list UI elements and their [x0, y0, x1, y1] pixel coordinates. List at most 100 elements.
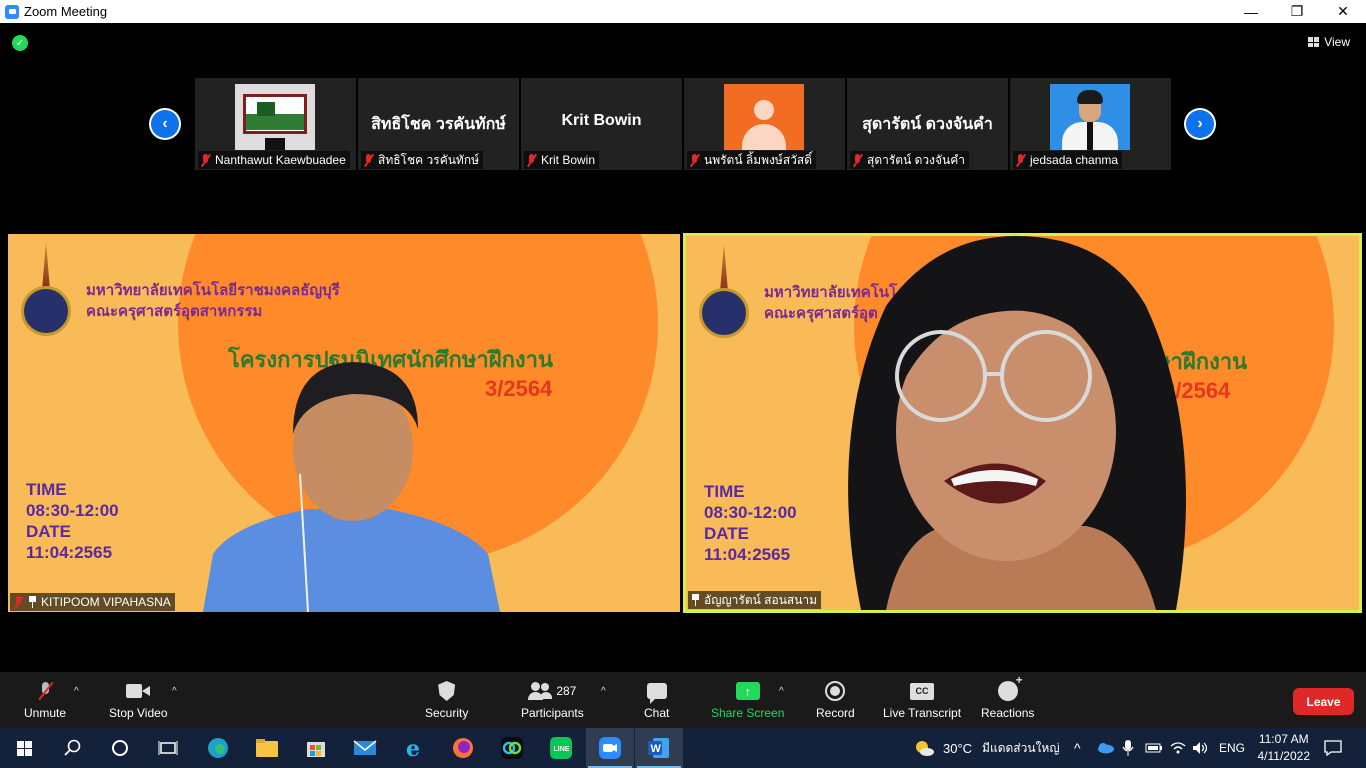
participants-options-caret[interactable]: ^ — [601, 686, 606, 697]
close-button[interactable]: ✕ — [1320, 0, 1366, 23]
pin-icon — [28, 596, 37, 608]
participant-thumbnail[interactable]: jedsada chanma — [1010, 78, 1171, 170]
search-button[interactable] — [48, 728, 96, 768]
live-transcript-button[interactable]: CC Live Transcript — [883, 678, 961, 720]
participant-thumbnail-strip: Nanthawut Kaewbuadee สิทธิโชค วรคันทักษ์… — [195, 78, 1171, 170]
participant-name: jedsada chanma — [1030, 153, 1119, 167]
share-screen-arrow-icon: ↑ — [735, 682, 760, 700]
input-language-indicator[interactable]: ENG — [1219, 728, 1245, 768]
record-icon — [825, 681, 846, 701]
video-tile-left[interactable]: มหาวิทยาลัยเทคโนโลยีราชมงคลธัญบุรี คณะคร… — [8, 234, 680, 612]
battery-icon[interactable] — [1145, 728, 1163, 768]
security-button[interactable]: Security — [425, 678, 468, 720]
microsoft-store-icon — [307, 742, 325, 757]
title-bar: Zoom Meeting — ❐ ✕ — [0, 0, 1366, 23]
video-participant-name: อัญญารัตน์ สอนสนาม — [704, 592, 818, 607]
video-name-label: อัญญารัตน์ สอนสนาม — [688, 591, 822, 609]
wifi-icon[interactable] — [1170, 728, 1186, 768]
unmute-button[interactable]: Unmute — [24, 678, 66, 720]
participant-name-label: jedsada chanma — [1013, 151, 1123, 169]
zoom-taskbar-button[interactable] — [586, 728, 634, 768]
edge-taskbar-button[interactable] — [194, 728, 242, 768]
previous-page-button[interactable]: ‹ — [149, 108, 181, 140]
svg-text:W: W — [651, 743, 662, 755]
video-participant-name: KITIPOOM VIPAHASNA — [41, 595, 171, 609]
closed-caption-icon: CC — [910, 682, 935, 700]
chevron-right-icon: › — [1186, 110, 1214, 138]
pin-icon — [691, 594, 700, 606]
show-hidden-icons-button[interactable]: ^ — [1074, 728, 1081, 768]
muted-mic-icon — [200, 153, 211, 167]
share-options-caret[interactable]: ^ — [779, 686, 784, 697]
muted-mic-icon — [13, 595, 24, 609]
participant-name: นพรัตน์ ลิ้มพงษ์สวัสดิ์ — [704, 152, 813, 167]
record-button[interactable]: Record — [816, 678, 855, 720]
reactions-label: Reactions — [981, 706, 1035, 720]
participant-thumbnail[interactable]: Krit Bowin Krit Bowin — [521, 78, 682, 170]
muted-microphone-icon — [39, 682, 51, 700]
next-page-button[interactable]: › — [1184, 108, 1216, 140]
stop-video-label: Stop Video — [109, 706, 168, 720]
encryption-shield-icon[interactable]: ✓ — [12, 35, 28, 51]
system-clock[interactable]: 11:07 AM 4/11/2022 — [1258, 731, 1311, 765]
line-taskbar-button[interactable]: LINE — [537, 728, 585, 768]
participant-thumbnail[interactable]: สุดารัตน์ ดวงจันคำ สุดารัตน์ ดวงจันคำ — [847, 78, 1008, 170]
window-controls: — ❐ ✕ — [1228, 0, 1366, 23]
onedrive-icon[interactable] — [1096, 728, 1114, 768]
windows-logo-icon — [16, 740, 32, 756]
internet-explorer-taskbar-button[interactable]: e — [390, 728, 438, 768]
notification-icon — [1324, 740, 1342, 756]
start-button[interactable] — [0, 728, 48, 768]
muted-mic-icon — [363, 153, 374, 167]
window-title: Zoom Meeting — [24, 4, 108, 19]
microsoft-word-icon: W — [648, 738, 669, 758]
mail-icon — [353, 740, 377, 755]
volume-icon[interactable] — [1192, 728, 1210, 768]
participant-name: สุดารัตน์ ดวงจันคำ — [867, 152, 966, 167]
participants-icon — [528, 682, 553, 700]
leave-button[interactable]: Leave — [1293, 688, 1354, 715]
stop-video-button[interactable]: Stop Video — [109, 678, 168, 720]
participant-display-name: สิทธิโชค วรคันทักษ์ — [371, 116, 506, 133]
default-avatar-icon — [724, 84, 804, 150]
audio-options-caret[interactable]: ^ — [74, 686, 79, 697]
participant-thumbnail[interactable]: นพรัตน์ ลิ้มพงษ์สวัสดิ์ — [684, 78, 845, 170]
search-icon — [64, 739, 81, 756]
participant-thumbnail[interactable]: สิทธิโชค วรคันทักษ์ สิทธิโชค วรคันทักษ์ — [358, 78, 519, 170]
firefox-taskbar-button[interactable] — [439, 728, 487, 768]
store-taskbar-button[interactable] — [292, 728, 340, 768]
mail-taskbar-button[interactable] — [341, 728, 389, 768]
participant-name: Krit Bowin — [541, 153, 596, 167]
unmute-label: Unmute — [24, 706, 67, 720]
clock-time: 11:07 AM — [1258, 732, 1309, 746]
participants-button[interactable]: 287 Participants — [521, 678, 584, 720]
participant-count: 287 — [556, 684, 577, 698]
participant-name-label: Nanthawut Kaewbuadee — [198, 151, 350, 169]
restore-button[interactable]: ❐ — [1274, 0, 1320, 23]
weather-description: มีแดดส่วนใหญ่ — [982, 740, 1060, 755]
video-tile-active-speaker[interactable]: มหาวิทยาลัยเทคโนโ คณะครุศาสตร์อุต ษาฝึกง… — [683, 233, 1362, 613]
grid-view-icon — [1308, 37, 1320, 47]
video-options-caret[interactable]: ^ — [172, 686, 177, 697]
file-explorer-taskbar-button[interactable] — [243, 728, 291, 768]
chat-button[interactable]: Chat — [644, 678, 669, 720]
windows-taskbar: e LINE W 30°C มีแดดส่วนใหญ่ ^ ENG 11:07 … — [0, 728, 1366, 768]
profile-picture — [1050, 84, 1130, 150]
share-screen-button[interactable]: ↑ Share Screen — [711, 678, 784, 720]
action-center-button[interactable] — [1324, 728, 1342, 768]
participant-name-label: Krit Bowin — [524, 151, 600, 169]
webex-taskbar-button[interactable] — [488, 728, 536, 768]
reactions-button[interactable]: Reactions — [981, 673, 1035, 720]
cortana-button[interactable] — [96, 728, 144, 768]
word-taskbar-button[interactable]: W — [635, 728, 683, 768]
microphone-tray-icon[interactable] — [1122, 728, 1134, 768]
chat-label: Chat — [644, 706, 670, 720]
task-view-button[interactable] — [144, 728, 192, 768]
weather-widget[interactable]: 30°C มีแดดส่วนใหญ่ — [913, 728, 1060, 768]
minimize-button[interactable]: — — [1228, 0, 1274, 23]
record-label: Record — [816, 706, 855, 720]
live-transcript-label: Live Transcript — [883, 706, 962, 720]
view-button[interactable]: View — [1308, 35, 1350, 49]
edge-browser-icon — [208, 738, 228, 758]
participant-thumbnail[interactable]: Nanthawut Kaewbuadee — [195, 78, 356, 170]
